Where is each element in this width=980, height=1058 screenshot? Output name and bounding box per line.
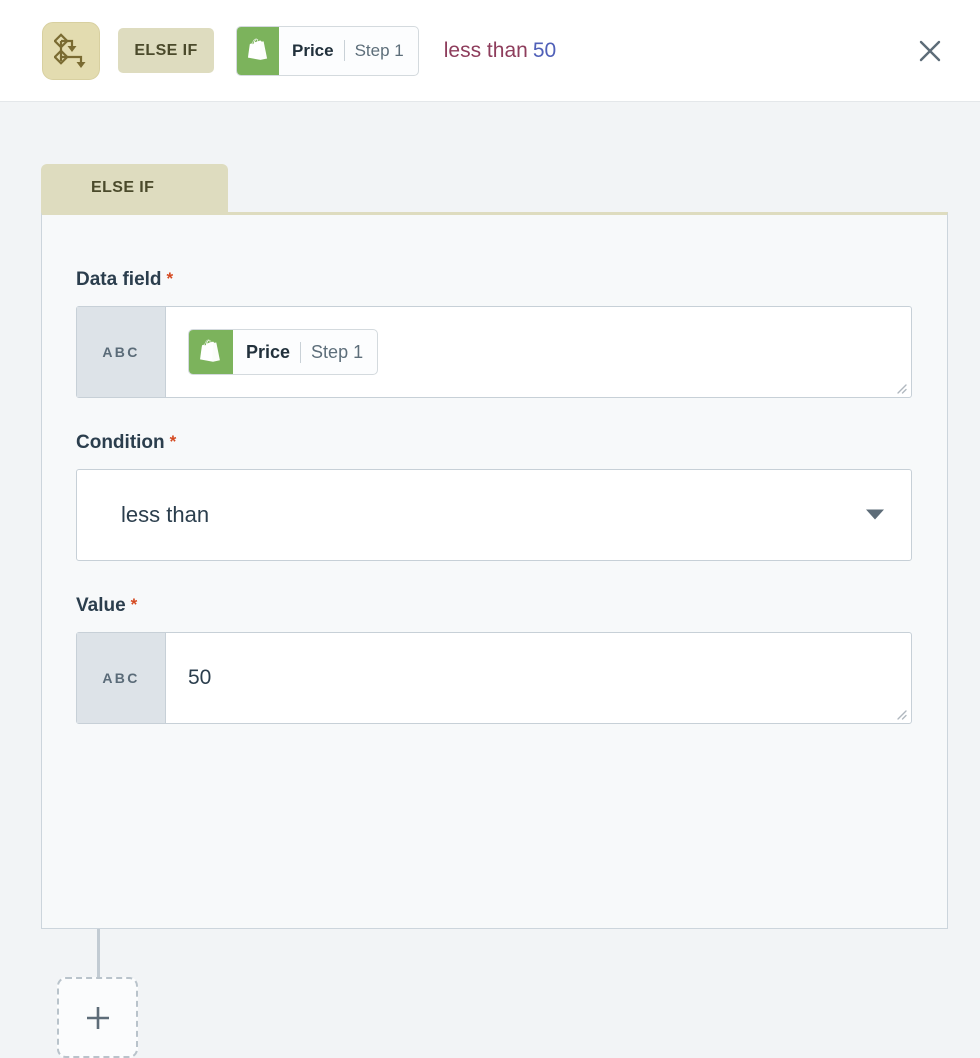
- tab-else-if[interactable]: ELSE IF: [41, 164, 228, 212]
- header-token-divider: [343, 40, 345, 61]
- condition-selected-value: less than: [121, 502, 210, 527]
- data-field-token-name: Price: [246, 341, 291, 362]
- resize-grip-icon[interactable]: [893, 380, 907, 394]
- header-token-body: Price Step 1: [279, 27, 418, 75]
- branch-condition-icon: [42, 21, 100, 80]
- data-field-group: Data field * ABC Price Step 1: [76, 269, 912, 398]
- value-label: Value *: [76, 595, 912, 617]
- value-group: Value * ABC 50: [76, 595, 912, 724]
- data-field-label: Data field *: [76, 269, 912, 291]
- data-field-required-marker: *: [166, 269, 174, 288]
- data-field-type-badge: ABC: [77, 307, 166, 397]
- value-type-badge: ABC: [77, 633, 166, 723]
- data-field-content[interactable]: Price Step 1: [166, 307, 911, 397]
- value-content[interactable]: 50: [166, 633, 911, 723]
- summary-value: 50: [532, 38, 557, 62]
- value-input[interactable]: ABC 50: [76, 632, 912, 724]
- chevron-down-icon[interactable]: [865, 509, 885, 522]
- data-field-label-text: Data field: [76, 269, 162, 290]
- flow-connector-line: [97, 929, 100, 977]
- close-icon: [919, 40, 941, 61]
- condition-label-text: Condition: [76, 432, 165, 453]
- value-required-marker: *: [130, 595, 138, 614]
- condition-group: Condition * less than: [76, 432, 912, 561]
- condition-select[interactable]: less than: [76, 469, 912, 561]
- data-field-token-body: Price Step 1: [233, 330, 377, 374]
- dialog-body: ELSE IF Data field * ABC Price Step 1 Co…: [0, 102, 980, 1058]
- close-button[interactable]: [910, 31, 950, 71]
- header-else-if-tag: ELSE IF: [118, 28, 214, 73]
- header-token-name: Price: [292, 40, 334, 60]
- data-field-token-step: Step 1: [311, 341, 364, 362]
- summary-operator: less than: [443, 38, 528, 62]
- shopify-icon: [189, 330, 233, 374]
- value-label-text: Value: [76, 595, 126, 616]
- data-field-token[interactable]: Price Step 1: [188, 329, 379, 375]
- dialog-header: ELSE IF Price Step 1 less than 50: [0, 0, 980, 102]
- plus-icon: [86, 1006, 109, 1029]
- header-token-step: Step 1: [354, 40, 404, 60]
- header-data-token[interactable]: Price Step 1: [236, 25, 419, 76]
- value-text: 50: [188, 666, 212, 689]
- header-condition-summary: less than 50: [444, 39, 556, 63]
- add-step-button[interactable]: [57, 977, 138, 1058]
- condition-required-marker: *: [169, 432, 177, 451]
- data-field-token-divider: [300, 341, 302, 363]
- condition-label: Condition *: [76, 432, 912, 454]
- resize-grip-icon[interactable]: [893, 706, 907, 720]
- data-field-input[interactable]: ABC Price Step 1: [76, 306, 912, 398]
- condition-card: Data field * ABC Price Step 1 Condition …: [41, 212, 948, 929]
- shopify-icon: [237, 26, 279, 75]
